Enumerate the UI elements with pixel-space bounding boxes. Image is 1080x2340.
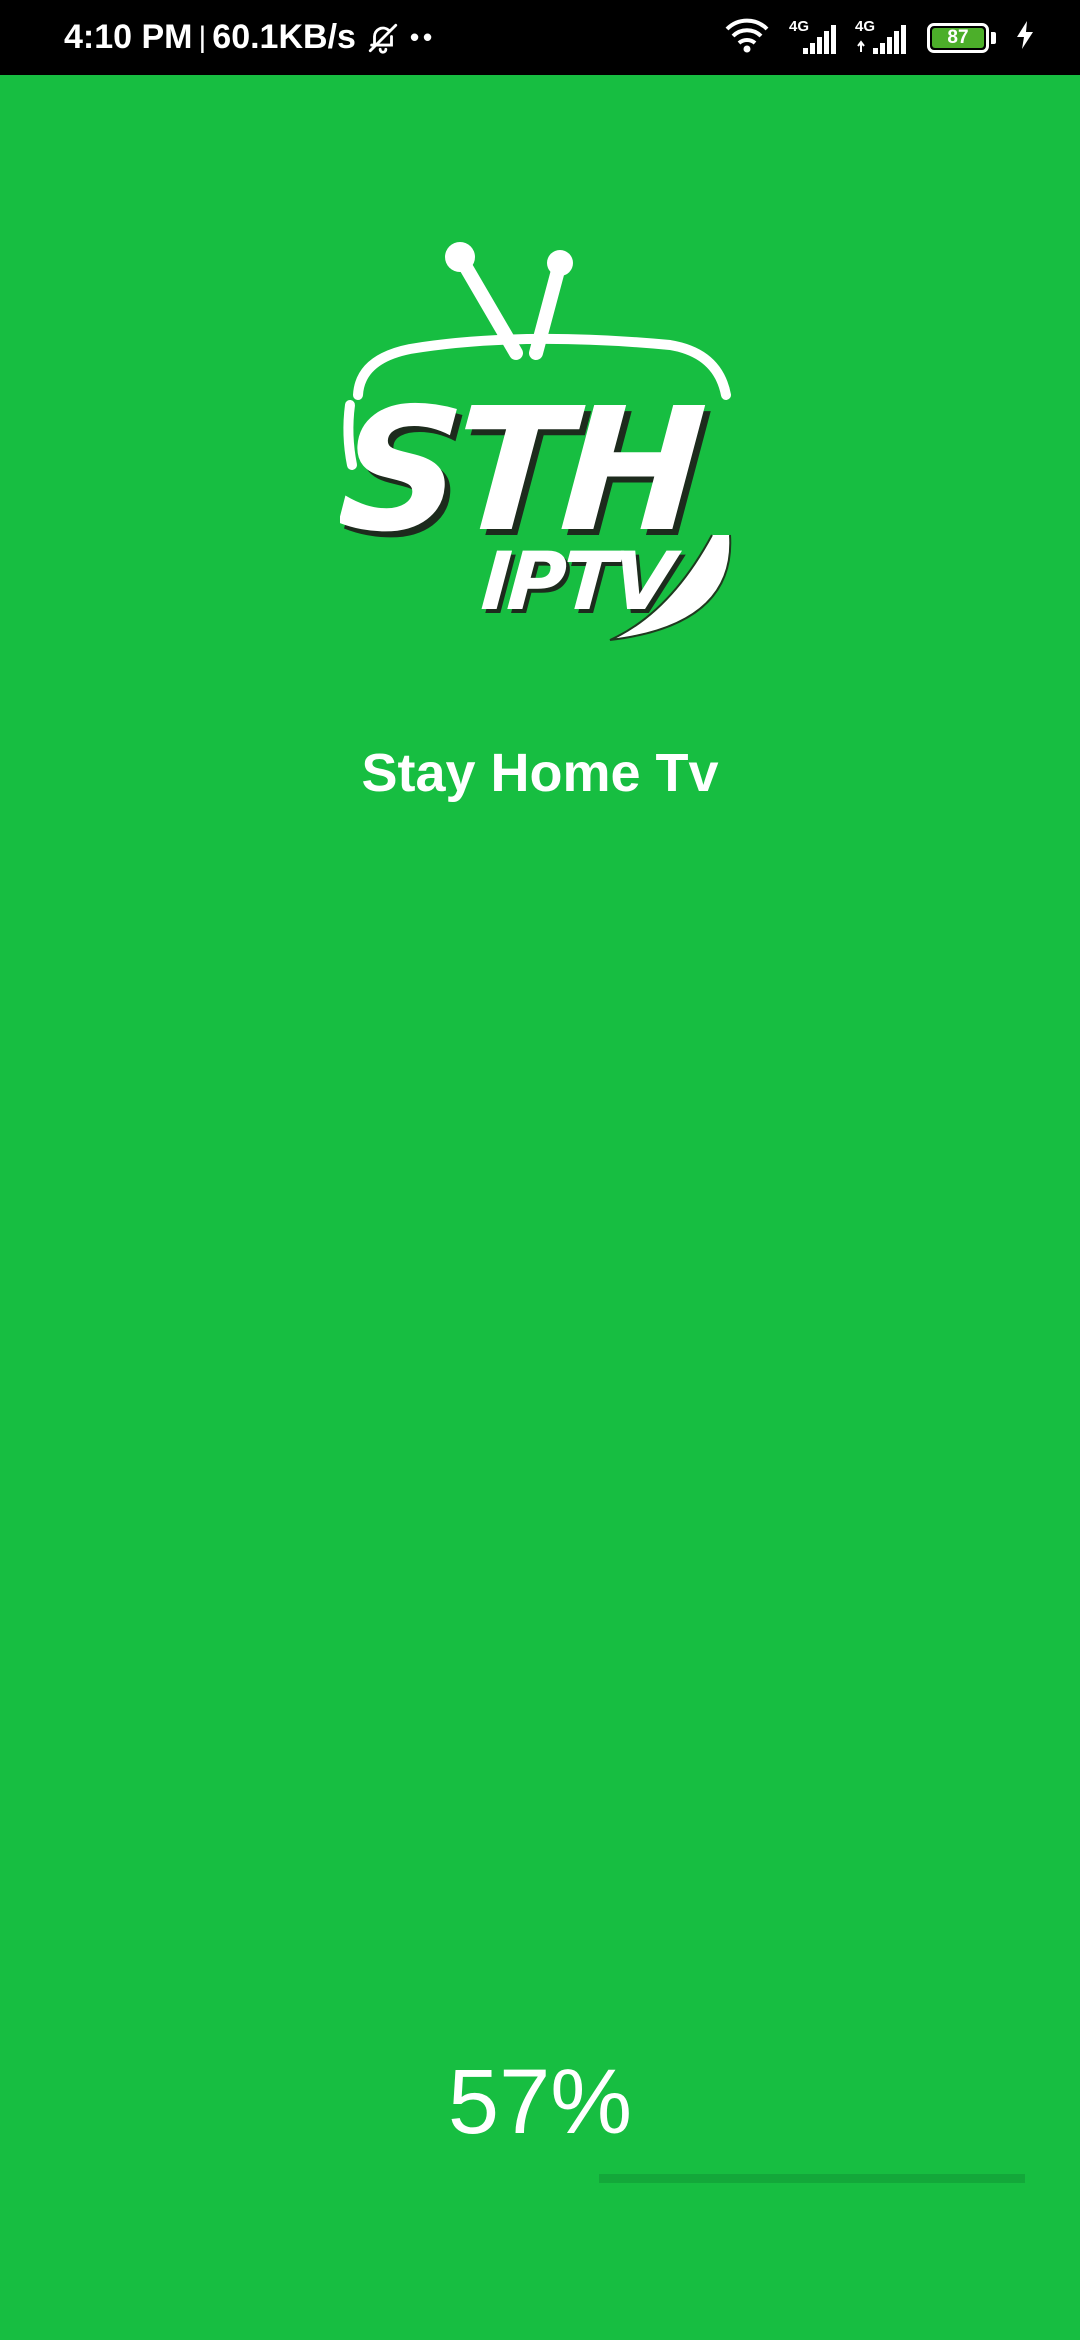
loading-progress-fill	[599, 2174, 842, 2183]
clock: 4:10 PM	[64, 18, 193, 56]
network-speed: 60.1KB/s	[212, 18, 356, 56]
charging-icon	[1014, 19, 1036, 56]
sim1-network-label: 4G	[789, 17, 810, 35]
signal-4g-icon: 4G	[855, 17, 909, 56]
status-bar-left: 4:10 PM | 60.1KB/s ••	[64, 18, 436, 57]
more-notifications-icon: ••	[409, 22, 437, 52]
loading-percentage: 57%	[447, 2051, 633, 2153]
app-logo: STH STH IPTV IPTV	[333, 235, 740, 655]
status-separator: |	[198, 20, 207, 54]
loading-progress-bar	[599, 2174, 1025, 2183]
status-bar: 4:10 PM | 60.1KB/s •• 4G 4G 87	[0, 0, 1080, 75]
sim2-network-label: 4G	[855, 17, 876, 35]
bell-off-icon	[366, 21, 400, 55]
logo-text-sub: IPTV	[479, 535, 684, 628]
wifi-icon	[723, 17, 771, 58]
status-bar-right: 4G 4G 87	[723, 17, 1036, 58]
battery-level: 87	[932, 27, 984, 48]
signal-4g-icon: 4G	[789, 17, 837, 56]
app-name: Stay Home Tv	[361, 743, 719, 803]
battery-icon: 87	[927, 22, 996, 53]
